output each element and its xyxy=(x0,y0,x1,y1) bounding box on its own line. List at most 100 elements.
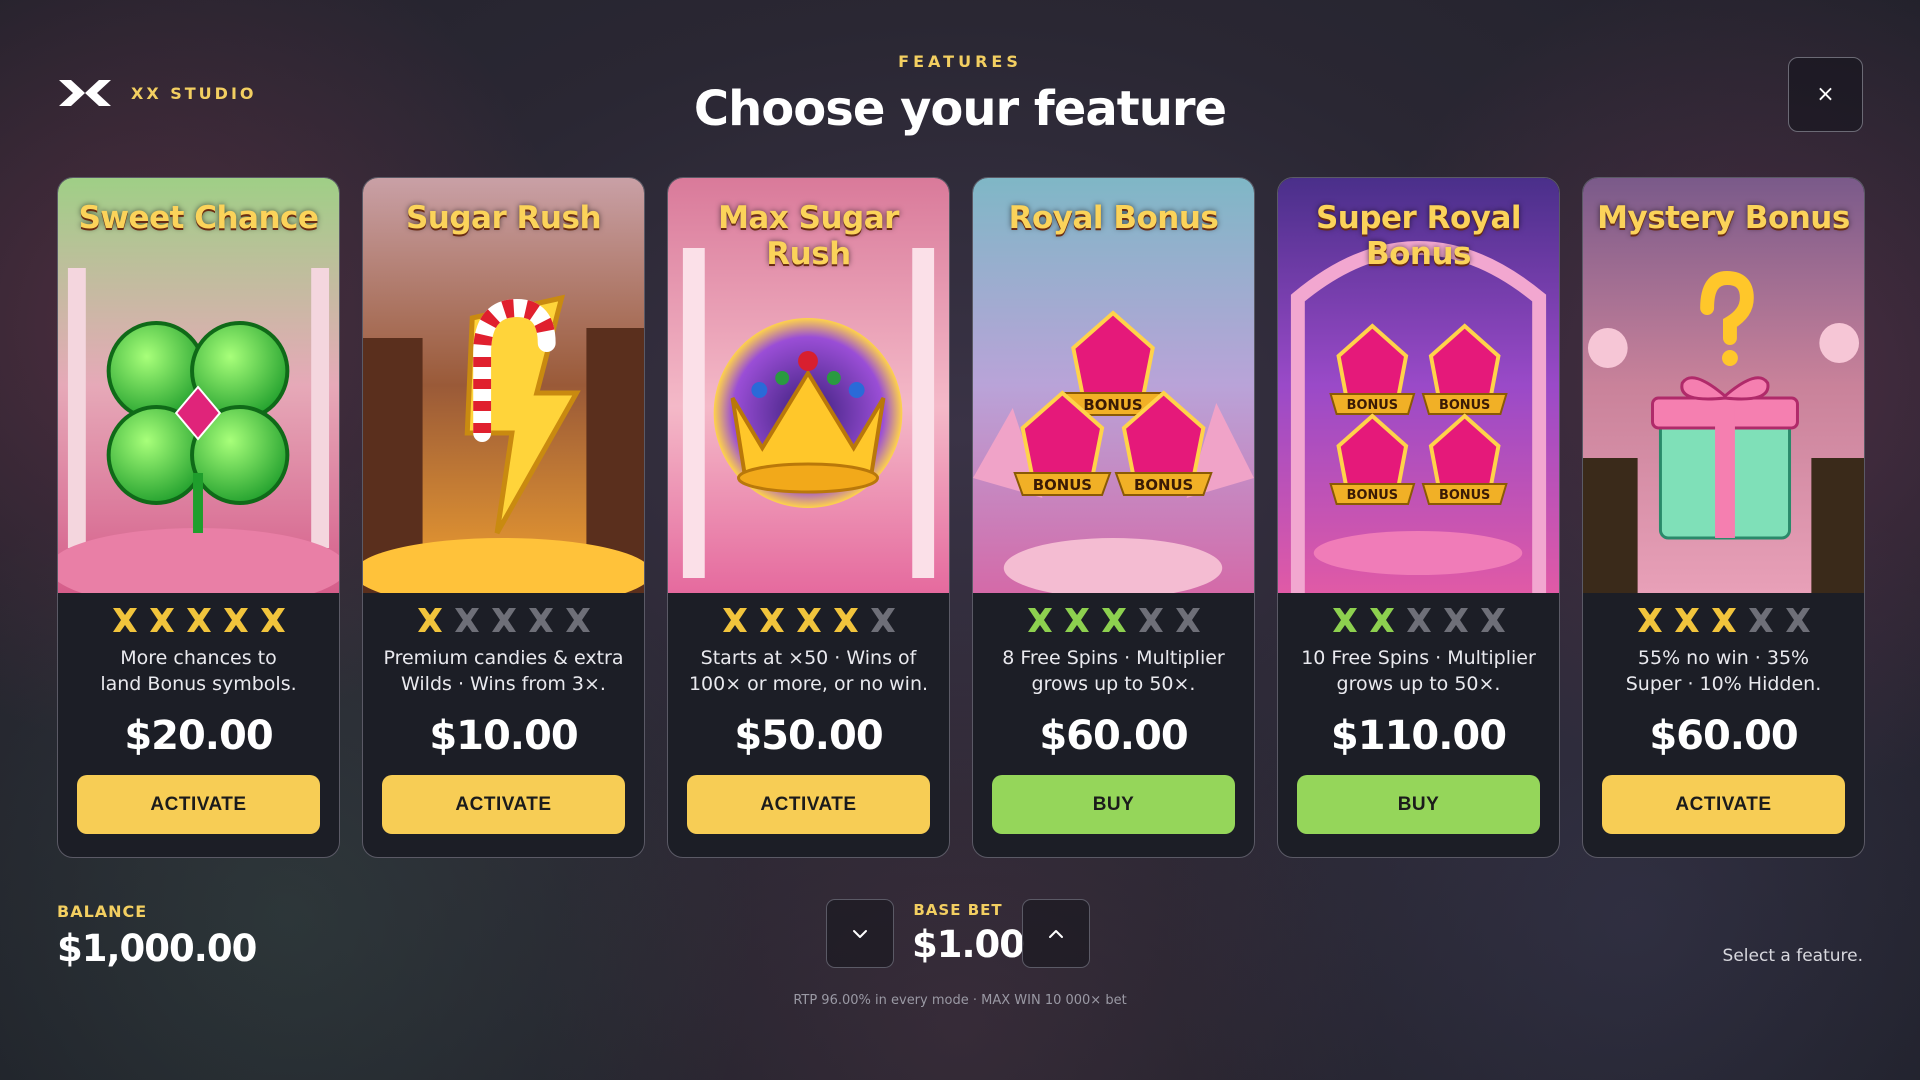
bonus-gem-label: BONUS xyxy=(1347,398,1398,413)
card-price: $60.00 xyxy=(1039,713,1188,759)
activate-button[interactable]: ACTIVATE xyxy=(687,775,930,834)
card-description: 8 Free Spins · Multiplier grows up to 50… xyxy=(989,645,1239,697)
card-art: BONUS BONUS BONUS Royal Bonus xyxy=(973,178,1254,593)
card-price: $110.00 xyxy=(1330,713,1507,759)
increase-bet-button[interactable] xyxy=(1022,899,1090,968)
rating-mark-filled xyxy=(1064,608,1089,632)
rating-mark-filled xyxy=(1711,608,1736,632)
feature-rating xyxy=(1026,605,1202,635)
description-line: Wilds · Wins from 3×. xyxy=(401,673,606,695)
card-title: Sugar Rush xyxy=(405,200,602,236)
feature-card-super-royal-bonus[interactable]: BONUS BONUS BONUS BONUS Super Royal Bonu… xyxy=(1277,177,1560,858)
activate-button[interactable]: ACTIVATE xyxy=(382,775,625,834)
card-price: $60.00 xyxy=(1649,713,1798,759)
bonus-gem-label: BONUS xyxy=(1083,396,1142,414)
feature-rating xyxy=(416,605,592,635)
rating-mark-filled xyxy=(1637,608,1662,632)
rating-mark-filled xyxy=(1674,608,1699,632)
rating-mark-empty xyxy=(1406,608,1431,632)
page-title: Choose your feature xyxy=(693,81,1227,137)
description-line: land Bonus symbols. xyxy=(100,673,297,695)
card-description: Starts at ×50 · Wins of 100× or more, or… xyxy=(684,645,934,697)
buy-button[interactable]: BUY xyxy=(1297,775,1540,834)
rating-mark-filled xyxy=(112,608,137,632)
bonus-gem-label: BONUS xyxy=(1134,476,1193,494)
card-art: Max Sugar Rush xyxy=(668,178,949,593)
rating-mark-empty xyxy=(1480,608,1505,632)
description-line: 8 Free Spins · Multiplier xyxy=(1002,647,1225,669)
feature-rating xyxy=(111,605,287,635)
card-title: Royal Bonus xyxy=(1008,200,1219,236)
chevron-up-icon xyxy=(1049,929,1063,938)
mystery-gift-box-icon xyxy=(1583,178,1864,593)
card-art: BONUS BONUS BONUS BONUS Super Royal Bonu… xyxy=(1278,178,1559,593)
rating-mark-filled xyxy=(1027,608,1052,632)
rating-mark-empty xyxy=(870,608,895,632)
footer-note: RTP 96.00% in every mode · MAX WIN 10 00… xyxy=(793,993,1127,1008)
bonus-gem-label: BONUS xyxy=(1439,488,1490,503)
card-description: 10 Free Spins · Multiplier grows up to 5… xyxy=(1294,645,1544,697)
card-art: Sugar Rush xyxy=(363,178,644,593)
rating-mark-filled xyxy=(223,608,248,632)
card-title: Super Royal Bonus xyxy=(1315,200,1522,272)
description-line: 10 Free Spins · Multiplier xyxy=(1301,647,1536,669)
rating-mark-empty xyxy=(1443,608,1468,632)
decrease-bet-button[interactable] xyxy=(826,899,894,968)
rating-mark-empty xyxy=(1175,608,1200,632)
rating-mark-empty xyxy=(565,608,590,632)
section-eyebrow: FEATURES xyxy=(898,52,1022,71)
feature-card-sweet-chance[interactable]: Sweet Chance More chances to land Bonus … xyxy=(57,177,340,858)
feature-rating xyxy=(1331,605,1507,635)
feature-card-max-sugar-rush[interactable]: Max Sugar Rush Starts at ×50 · Wins of 1… xyxy=(667,177,950,858)
description-line: More chances to xyxy=(120,647,277,669)
card-art: Sweet Chance xyxy=(58,178,339,593)
balance-label: BALANCE xyxy=(57,902,148,921)
rating-mark-filled xyxy=(833,608,858,632)
card-price: $10.00 xyxy=(429,713,578,759)
description-line: 55% no win · 35% xyxy=(1637,647,1810,669)
close-button[interactable]: × xyxy=(1788,57,1863,132)
feature-card-mystery-bonus[interactable]: Mystery Bonus 55% no win · 35% Super · 1… xyxy=(1582,177,1865,858)
rating-mark-filled xyxy=(1369,608,1394,632)
rating-mark-filled xyxy=(149,608,174,632)
activate-button[interactable]: ACTIVATE xyxy=(1602,775,1845,834)
card-description: Premium candies & extra Wilds · Wins fro… xyxy=(379,645,629,697)
activate-button[interactable]: ACTIVATE xyxy=(77,775,320,834)
rating-mark-filled xyxy=(722,608,747,632)
status-hint: Select a feature. xyxy=(1722,946,1863,966)
rating-mark-filled xyxy=(1101,608,1126,632)
rating-mark-empty xyxy=(528,608,553,632)
description-line: Super · 10% Hidden. xyxy=(1625,673,1822,695)
bonus-gem-label: BONUS xyxy=(1439,398,1490,413)
rating-mark-filled xyxy=(417,608,442,632)
card-title: Mystery Bonus xyxy=(1597,200,1850,236)
feature-card-sugar-rush[interactable]: Sugar Rush Premium candies & extra Wilds… xyxy=(362,177,645,858)
buy-button[interactable]: BUY xyxy=(992,775,1235,834)
card-price: $20.00 xyxy=(124,713,273,759)
description-line: grows up to 50×. xyxy=(1031,673,1196,695)
candy-cane-lightning-icon xyxy=(363,178,644,593)
description-line: grows up to 50×. xyxy=(1336,673,1501,695)
card-title: Sweet Chance xyxy=(78,200,319,236)
balance-value: $1,000.00 xyxy=(57,927,257,970)
card-price: $50.00 xyxy=(734,713,883,759)
bonus-gem-label: BONUS xyxy=(1033,476,1092,494)
feature-cards: Sweet Chance More chances to land Bonus … xyxy=(57,177,1865,858)
rating-mark-empty xyxy=(491,608,516,632)
rating-mark-empty xyxy=(454,608,479,632)
card-art: Mystery Bonus xyxy=(1583,178,1864,593)
feature-rating xyxy=(721,605,897,635)
base-bet-value: $1.00 xyxy=(912,923,1025,966)
rating-mark-filled xyxy=(796,608,821,632)
base-bet-label: BASE BET xyxy=(913,901,1003,919)
chevron-down-icon xyxy=(853,929,867,938)
rating-mark-filled xyxy=(186,608,211,632)
bonus-gem-label: BONUS xyxy=(1347,488,1398,503)
rating-mark-empty xyxy=(1785,608,1810,632)
page-header: FEATURES Choose your feature xyxy=(0,52,1920,137)
rating-mark-filled xyxy=(260,608,285,632)
feature-card-royal-bonus[interactable]: BONUS BONUS BONUS Royal Bonus 8 Free Spi… xyxy=(972,177,1255,858)
card-description: 55% no win · 35% Super · 10% Hidden. xyxy=(1599,645,1849,697)
description-line: Premium candies & extra xyxy=(383,647,624,669)
card-description: More chances to land Bonus symbols. xyxy=(74,645,324,697)
